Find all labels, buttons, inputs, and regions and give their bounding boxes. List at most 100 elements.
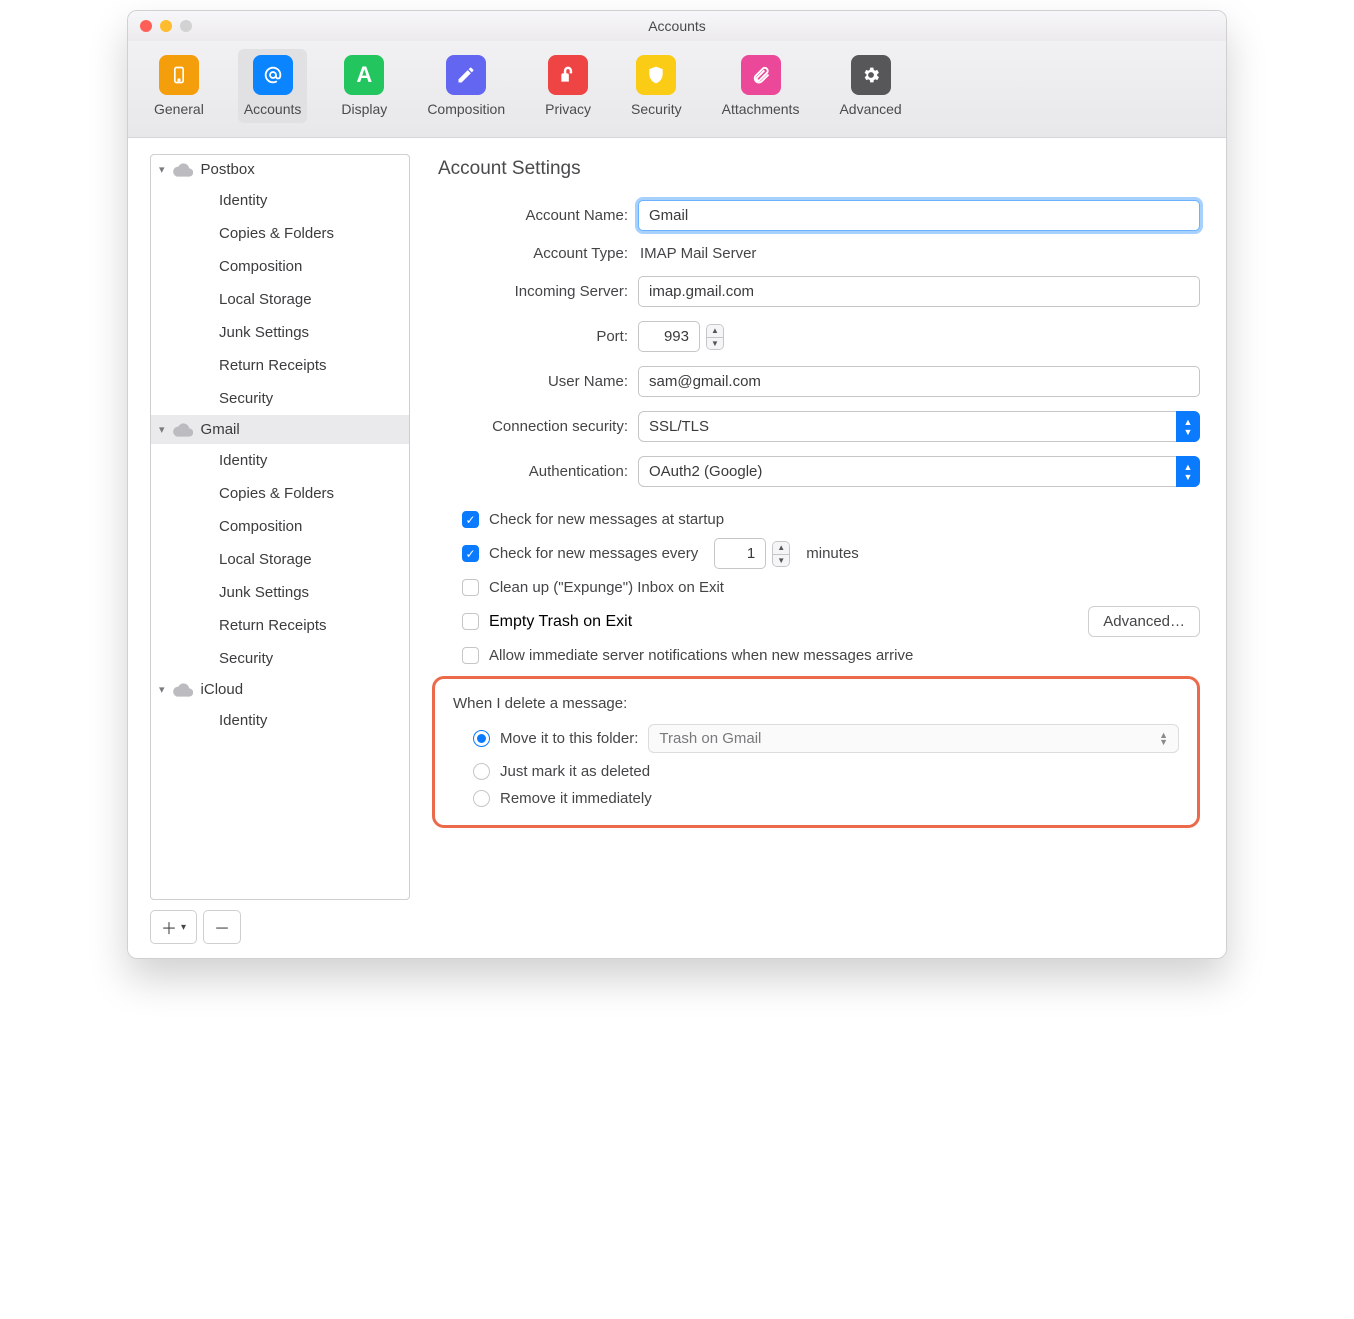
accounts-sidebar[interactable]: ▾ Postbox Identity Copies & Folders Comp…	[150, 154, 410, 900]
checkbox-empty-trash[interactable]	[462, 613, 479, 630]
checkbox-check-startup[interactable]: ✓	[462, 511, 479, 528]
account-name: iCloud	[201, 681, 244, 698]
sidebar-account-postbox[interactable]: ▾ Postbox	[151, 155, 409, 184]
updown-icon: ▲▼	[1176, 456, 1200, 487]
tab-label: Accounts	[244, 101, 302, 117]
remove-account-button[interactable]: －	[203, 910, 241, 944]
chevron-up-icon[interactable]: ▲	[773, 542, 789, 554]
tab-advanced[interactable]: Advanced	[833, 49, 907, 123]
sidebar-item-composition[interactable]: Composition	[151, 510, 409, 543]
user-name-input[interactable]	[638, 366, 1200, 397]
checkbox-push-notifications[interactable]	[462, 647, 479, 664]
sidebar-column: ▾ Postbox Identity Copies & Folders Comp…	[128, 138, 422, 958]
at-icon	[253, 55, 293, 95]
radio-mark-deleted[interactable]	[473, 763, 490, 780]
chevron-up-icon[interactable]: ▲	[707, 325, 723, 337]
connection-security-select[interactable]: SSL/TLS ▲▼	[638, 411, 1200, 442]
label-user-name: User Name:	[432, 373, 628, 390]
privacy-icon	[548, 55, 588, 95]
tab-privacy[interactable]: Privacy	[539, 49, 597, 123]
sidebar-footer: ＋▾ －	[150, 910, 410, 944]
account-type-value: IMAP Mail Server	[638, 245, 756, 262]
cloud-icon	[173, 683, 193, 697]
sidebar-item-junk[interactable]: Junk Settings	[151, 316, 409, 349]
chevron-down-icon: ▾	[159, 683, 165, 696]
checkbox-check-interval[interactable]: ✓	[462, 545, 479, 562]
label-account-type: Account Type:	[432, 245, 628, 262]
gear-icon	[851, 55, 891, 95]
tab-accounts[interactable]: Accounts	[238, 49, 308, 123]
tab-composition[interactable]: Composition	[421, 49, 511, 123]
tab-label: Privacy	[545, 101, 591, 117]
label-expunge: Clean up ("Expunge") Inbox on Exit	[489, 579, 724, 596]
chevron-down-icon: ▾	[159, 163, 165, 176]
port-stepper[interactable]: ▲▼	[706, 324, 724, 350]
chevron-down-icon: ▾	[159, 423, 165, 436]
sidebar-item-identity[interactable]: Identity	[151, 704, 409, 737]
label-check-startup: Check for new messages at startup	[489, 511, 724, 528]
preferences-toolbar: General Accounts A Display Composition P…	[128, 41, 1226, 138]
tab-attachments[interactable]: Attachments	[716, 49, 806, 123]
radio-remove-immediately[interactable]	[473, 790, 490, 807]
account-name-input[interactable]	[638, 200, 1200, 231]
sidebar-item-security[interactable]: Security	[151, 642, 409, 675]
delete-group-title: When I delete a message:	[453, 695, 1179, 712]
sidebar-item-composition[interactable]: Composition	[151, 250, 409, 283]
window-title: Accounts	[128, 18, 1226, 34]
sidebar-item-security[interactable]: Security	[151, 382, 409, 415]
sidebar-item-copies[interactable]: Copies & Folders	[151, 477, 409, 510]
body: ▾ Postbox Identity Copies & Folders Comp…	[128, 138, 1226, 958]
select-value: OAuth2 (Google)	[638, 456, 1200, 487]
label-empty-trash: Empty Trash on Exit	[489, 613, 632, 631]
label-port: Port:	[432, 328, 628, 345]
sidebar-item-local-storage[interactable]: Local Storage	[151, 543, 409, 576]
titlebar: Accounts	[128, 11, 1226, 41]
sidebar-item-copies[interactable]: Copies & Folders	[151, 217, 409, 250]
sidebar-item-identity[interactable]: Identity	[151, 184, 409, 217]
tab-label: Composition	[427, 101, 505, 117]
incoming-server-input[interactable]	[638, 276, 1200, 307]
interval-minutes-input[interactable]	[714, 538, 766, 569]
label-mark-deleted: Just mark it as deleted	[500, 763, 650, 780]
delete-message-group: When I delete a message: Move it to this…	[432, 676, 1200, 828]
tab-display[interactable]: A Display	[335, 49, 393, 123]
interval-stepper[interactable]: ▲▼	[772, 541, 790, 567]
preferences-window: Accounts General Accounts A Display Comp…	[127, 10, 1227, 959]
sidebar-item-receipts[interactable]: Return Receipts	[151, 609, 409, 642]
minus-icon: －	[214, 915, 230, 939]
sidebar-item-local-storage[interactable]: Local Storage	[151, 283, 409, 316]
sidebar-account-icloud[interactable]: ▾ iCloud	[151, 675, 409, 704]
letter-icon: A	[344, 55, 384, 95]
tab-label: Advanced	[839, 101, 901, 117]
sidebar-item-junk[interactable]: Junk Settings	[151, 576, 409, 609]
advanced-button[interactable]: Advanced…	[1088, 606, 1200, 637]
trash-folder-select[interactable]: Trash on Gmail ▲▼	[648, 724, 1179, 753]
panel-heading: Account Settings	[438, 158, 1200, 180]
phone-icon	[159, 55, 199, 95]
label-check-interval-post: minutes	[806, 545, 859, 562]
label-connection-security: Connection security:	[432, 418, 628, 435]
add-account-button[interactable]: ＋▾	[150, 910, 197, 944]
sidebar-item-receipts[interactable]: Return Receipts	[151, 349, 409, 382]
label-check-interval-pre: Check for new messages every	[489, 545, 698, 562]
tab-label: Security	[631, 101, 682, 117]
tab-general[interactable]: General	[148, 49, 210, 123]
cloud-icon	[173, 423, 193, 437]
select-value: Trash on Gmail	[659, 730, 761, 747]
chevron-down-icon[interactable]: ▼	[773, 554, 789, 566]
checkbox-expunge[interactable]	[462, 579, 479, 596]
authentication-select[interactable]: OAuth2 (Google) ▲▼	[638, 456, 1200, 487]
account-name: Gmail	[201, 421, 240, 438]
sidebar-account-gmail[interactable]: ▾ Gmail	[151, 415, 409, 444]
sidebar-item-identity[interactable]: Identity	[151, 444, 409, 477]
radio-move-folder[interactable]	[473, 730, 490, 747]
tab-label: General	[154, 101, 204, 117]
chevron-down-icon[interactable]: ▼	[707, 337, 723, 349]
account-settings-panel: Account Settings Account Name: Account T…	[422, 138, 1226, 958]
port-input[interactable]	[638, 321, 700, 352]
shield-icon	[636, 55, 676, 95]
tab-security[interactable]: Security	[625, 49, 688, 123]
label-push-notifications: Allow immediate server notifications whe…	[489, 647, 913, 664]
select-value: SSL/TLS	[638, 411, 1200, 442]
label-move-folder: Move it to this folder:	[500, 730, 638, 747]
